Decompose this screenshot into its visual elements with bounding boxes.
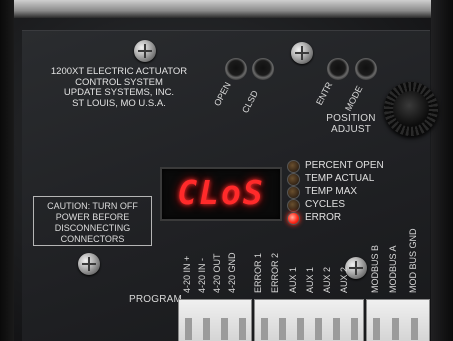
terminal-slot xyxy=(221,318,228,340)
terminal-block-error-aux[interactable] xyxy=(254,299,364,341)
terminal-slot xyxy=(315,318,322,340)
terminal-label-420-in-minus: 4-20 IN - xyxy=(197,257,207,293)
terminal-label-modbus-gnd: MOD BUS GND xyxy=(408,228,418,293)
percent-open-led-icon xyxy=(287,160,300,173)
terminal-slot xyxy=(373,318,380,340)
title-line-model: 1200XT ELECTRIC ACTUATOR xyxy=(50,66,188,77)
enclosure-left-edge xyxy=(0,0,14,341)
clsd-button[interactable] xyxy=(252,58,274,80)
terminal-slot xyxy=(203,318,210,340)
enclosure-top-edge xyxy=(0,0,453,18)
terminal-label-modbus-b: MODBUS B xyxy=(370,244,380,293)
program-label: PROGRAM xyxy=(129,294,183,305)
terminal-label-aux-2b: AUX 2 xyxy=(339,266,349,293)
position-adjust-label-line2: ADJUST xyxy=(330,124,372,135)
terminal-slot xyxy=(333,318,340,340)
position-adjust-label-line1: POSITION xyxy=(326,113,376,124)
terminal-slot xyxy=(392,318,399,340)
entr-button[interactable] xyxy=(327,58,349,80)
terminal-label-420-in-plus: 4-20 IN + xyxy=(182,255,192,293)
position-adjust-knob[interactable] xyxy=(384,82,438,136)
indicator-label-temp-actual: TEMP ACTUAL xyxy=(305,173,375,184)
caution-line-3: DISCONNECTING xyxy=(54,223,131,233)
terminal-label-error-2: ERROR 2 xyxy=(270,252,280,293)
terminal-slot xyxy=(185,318,192,340)
terminal-slot xyxy=(239,318,246,340)
indicator-label-temp-max: TEMP MAX xyxy=(305,186,358,197)
terminal-label-420-out: 4-20 OUT xyxy=(212,253,222,293)
terminal-block-modbus[interactable] xyxy=(366,299,430,341)
error-led-icon xyxy=(287,212,300,225)
temp-actual-led-icon xyxy=(287,173,300,186)
terminal-label-aux-1a: AUX 1 xyxy=(288,266,298,293)
screw-top-left-icon xyxy=(134,40,156,62)
indicator-label-percent-open: PERCENT OPEN xyxy=(305,160,384,171)
terminal-label-error-1: ERROR 1 xyxy=(253,252,263,293)
cycles-led-icon xyxy=(287,199,300,212)
terminal-label-420-gnd: 4-20 GND xyxy=(227,252,237,293)
mode-button[interactable] xyxy=(355,58,377,80)
terminal-label-aux-2a: AUX 2 xyxy=(322,266,332,293)
caution-line-4: CONNECTORS xyxy=(60,234,125,244)
title-line-company: UPDATE SYSTEMS, INC. xyxy=(63,87,175,98)
terminal-slot xyxy=(279,318,286,340)
terminal-slot xyxy=(411,318,418,340)
terminal-label-aux-1b: AUX 1 xyxy=(305,266,315,293)
indicator-label-cycles: CYCLES xyxy=(305,199,346,210)
caution-line-1: CAUTION: TURN OFF xyxy=(47,201,138,211)
terminal-slot xyxy=(261,318,268,340)
caution-line-2: POWER BEFORE xyxy=(55,212,130,222)
title-line-location: ST LOUIS, MO U.S.A. xyxy=(72,97,166,109)
display-readout: CLoS xyxy=(177,173,265,212)
position-adjust-label: POSITION ADJUST xyxy=(323,113,379,135)
knob-cap xyxy=(393,91,429,127)
caution-text: CAUTION: TURN OFF POWER BEFORE DISCONNEC… xyxy=(34,201,151,245)
terminal-slot xyxy=(351,318,358,340)
product-title: 1200XT ELECTRIC ACTUATOR CONTROL SYSTEM … xyxy=(44,66,194,109)
screw-bottom-left-icon xyxy=(78,253,100,275)
terminal-label-modbus-a: MODBUS A xyxy=(388,245,398,293)
enclosure-right-edge xyxy=(431,0,453,341)
led-seven-segment-display: CLoS xyxy=(160,167,282,221)
screw-top-right-icon xyxy=(291,42,313,64)
caution-notice: CAUTION: TURN OFF POWER BEFORE DISCONNEC… xyxy=(33,196,152,246)
terminal-block-analog[interactable] xyxy=(178,299,252,341)
open-button[interactable] xyxy=(225,58,247,80)
indicator-label-error: ERROR xyxy=(305,212,342,223)
actuator-control-panel-photo: 1200XT ELECTRIC ACTUATOR CONTROL SYSTEM … xyxy=(0,0,453,341)
temp-max-led-icon xyxy=(287,186,300,199)
terminal-slot xyxy=(297,318,304,340)
